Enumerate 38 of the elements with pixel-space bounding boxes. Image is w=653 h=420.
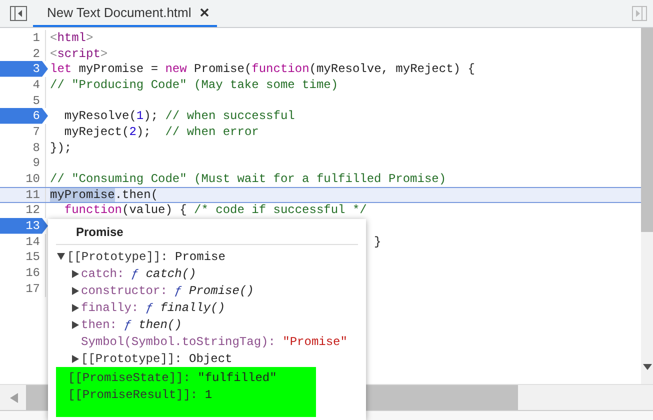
code-line: <html> [49, 30, 94, 45]
property-entry: Symbol(Symbol.toStringTag): "Promise" [81, 334, 348, 348]
line-number: 13 [26, 219, 40, 234]
code-line: myReject(2); // when error [63, 124, 259, 139]
line-number: 11 [26, 188, 40, 202]
code-line: <script> [49, 46, 108, 61]
line-number: 6 [32, 109, 40, 124]
line-number: 2 [32, 46, 40, 61]
code-line: function(value) { /* code if successful */ [63, 203, 367, 218]
line-number: 3 [32, 62, 40, 76]
code-line: myPromise.then( [49, 188, 158, 202]
line-number: 16 [26, 266, 40, 280]
code-line: myResolve(1); // when successful [63, 109, 295, 124]
property-entry: [[Prototype]]: Object [81, 352, 232, 366]
property-entry: then: ƒ then() [81, 318, 182, 332]
line-number: 9 [32, 156, 40, 170]
code-line: // "Producing Code" (May take some time) [49, 78, 338, 92]
property-entry: finally: ƒ finally() [81, 300, 226, 314]
code-line: }); [49, 140, 72, 155]
property-entry: catch: ƒ catch() [81, 266, 196, 280]
line-number: 10 [26, 172, 40, 186]
line-number: 7 [32, 124, 40, 139]
code-line: } [373, 234, 382, 249]
property-entry: [[PromiseResult]]: 1 [68, 388, 212, 402]
line-number: 14 [26, 234, 40, 249]
line-number: 12 [26, 203, 40, 218]
property-entry: [[PromiseState]]: "fulfilled" [68, 370, 277, 384]
line-number: 8 [32, 140, 40, 155]
line-number: 4 [32, 78, 40, 92]
line-number: 15 [26, 250, 40, 264]
line-number: 17 [26, 282, 40, 296]
code-line: let myPromise = new Promise(function(myResolve, myReject) { [49, 62, 475, 76]
line-number: 5 [32, 94, 40, 108]
property-entry: constructor: ƒ Promise() [81, 284, 254, 298]
code-line: // "Consuming Code" (Must wait for a fulfilled Promise) [49, 172, 446, 186]
popover-title: Promise [75, 224, 124, 241]
line-number: 1 [32, 30, 40, 45]
property-entry: [[Prototype]]: Promise [67, 250, 226, 264]
